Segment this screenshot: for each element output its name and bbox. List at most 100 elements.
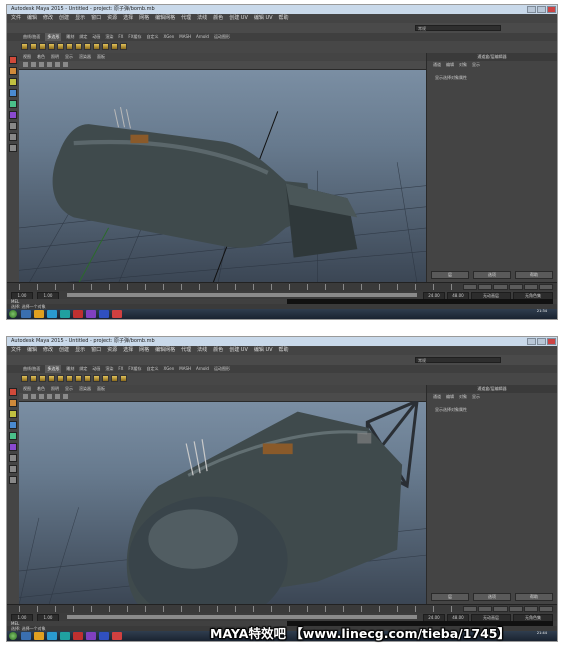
menu-item[interactable]: 编辑 UV	[254, 14, 273, 23]
viewport-menu-item[interactable]: 视图	[23, 385, 31, 393]
shelf-tab[interactable]: 自定义	[146, 365, 158, 373]
menu-item[interactable]: 修改	[43, 346, 53, 355]
go-end-icon[interactable]	[538, 606, 554, 612]
layout-four-icon[interactable]	[9, 465, 17, 473]
range-slider[interactable]: 1.00 1.00 24.00 48.00 无动画层 无角色集	[7, 613, 557, 622]
combine-icon[interactable]	[102, 375, 109, 382]
time-slider[interactable]	[7, 604, 557, 613]
viewport-panel[interactable]: 视图 着色 照明 显示 渲染器 面板	[19, 385, 427, 605]
step-back-icon[interactable]	[478, 606, 493, 612]
menu-item[interactable]: 编辑	[27, 346, 37, 355]
menu-item[interactable]: 资源	[107, 346, 117, 355]
help-button[interactable]: 帮助	[515, 271, 553, 279]
shelf-tab[interactable]: 自定义	[146, 33, 158, 41]
cube-icon[interactable]	[21, 43, 28, 50]
play-back-icon[interactable]	[493, 606, 508, 612]
menu-item[interactable]: 颜色	[213, 14, 223, 23]
extrude-icon[interactable]	[75, 375, 82, 382]
start-button-icon[interactable]	[9, 632, 17, 640]
shelf-tab[interactable]: 动画	[92, 33, 100, 41]
plane-icon[interactable]	[57, 375, 64, 382]
shelf-tab[interactable]: 绑定	[79, 365, 87, 373]
shelf-tab[interactable]: MASH	[179, 365, 191, 373]
3d-scene[interactable]	[19, 401, 427, 605]
lights-icon[interactable]	[55, 62, 60, 67]
texture-icon[interactable]	[47, 62, 52, 67]
maximize-button[interactable]	[537, 338, 546, 345]
range-bar[interactable]	[67, 293, 417, 297]
shelf-tab[interactable]: 曲线/曲面	[23, 365, 40, 373]
workspace-select[interactable]: 常规	[415, 357, 501, 363]
shelf-tab[interactable]: 渲染	[105, 365, 113, 373]
step-forward-icon[interactable]	[523, 606, 538, 612]
close-button[interactable]	[547, 6, 556, 13]
layout-single-icon[interactable]	[9, 122, 17, 130]
shelf-tab[interactable]: 动画	[92, 365, 100, 373]
menu-item[interactable]: 网格	[139, 14, 149, 23]
layout-side-icon[interactable]	[9, 476, 17, 484]
after-effects-icon[interactable]	[86, 632, 96, 640]
scale-tool-icon[interactable]	[9, 111, 17, 119]
shelf-tab[interactable]: Arnold	[196, 365, 209, 373]
bevel-icon[interactable]	[84, 43, 91, 50]
photoshop-icon[interactable]	[99, 632, 109, 640]
menu-item[interactable]: 修改	[43, 14, 53, 23]
folder-icon[interactable]	[34, 632, 44, 640]
viewport-menu-item[interactable]: 面板	[97, 53, 105, 61]
go-start-icon[interactable]	[463, 606, 478, 612]
viewport-menu-item[interactable]: 渲染器	[79, 385, 91, 393]
scale-tool-icon[interactable]	[9, 443, 17, 451]
start-button-icon[interactable]	[9, 310, 17, 318]
layer-button[interactable]: 层	[431, 593, 469, 601]
step-forward-icon[interactable]	[523, 284, 538, 290]
photoshop-icon[interactable]	[99, 310, 109, 318]
select-tool-icon[interactable]	[9, 56, 17, 64]
close-button[interactable]	[547, 338, 556, 345]
menu-item[interactable]: 代理	[181, 14, 191, 23]
menu-item[interactable]: 文件	[11, 14, 21, 23]
maya-icon[interactable]	[60, 310, 70, 318]
move-tool-icon[interactable]	[9, 89, 17, 97]
menu-item[interactable]: 文件	[11, 346, 21, 355]
layout-single-icon[interactable]	[9, 454, 17, 462]
viewport-menu-item[interactable]: 视图	[23, 53, 31, 61]
cylinder-icon[interactable]	[39, 375, 46, 382]
menu-item[interactable]: 法线	[197, 346, 207, 355]
menu-item[interactable]: 显示	[75, 14, 85, 23]
shelf-tab[interactable]: 曲线/曲面	[23, 33, 40, 41]
menu-item[interactable]: 帮助	[279, 14, 289, 23]
shelf-tab[interactable]: 运动图形	[214, 365, 230, 373]
shelf-tab[interactable]: FX	[118, 33, 123, 41]
menu-item[interactable]: 代理	[181, 346, 191, 355]
plane-icon[interactable]	[57, 43, 64, 50]
options-button[interactable]: 选项	[473, 271, 511, 279]
system-clock[interactable]: 21:34	[537, 309, 547, 314]
go-start-icon[interactable]	[463, 284, 478, 290]
menu-item[interactable]: 显示	[75, 346, 85, 355]
channel-box-tab[interactable]: 编辑	[446, 61, 454, 69]
wireframe-icon[interactable]	[31, 394, 36, 399]
explorer-icon[interactable]	[21, 632, 31, 640]
system-clock[interactable]: 21:44	[537, 631, 547, 636]
viewport-menu-item[interactable]: 照明	[51, 53, 59, 61]
combine-icon[interactable]	[102, 43, 109, 50]
shelf-tab[interactable]: FX缓存	[128, 365, 141, 373]
viewport-menu-item[interactable]: 显示	[65, 53, 73, 61]
menu-item[interactable]: 创建	[59, 346, 69, 355]
channel-box-tab[interactable]: 对象	[459, 393, 467, 401]
menu-item[interactable]: 编辑网格	[155, 346, 175, 355]
torus-icon[interactable]	[66, 375, 73, 382]
menu-item[interactable]: 创建 UV	[229, 14, 248, 23]
channel-box-tab[interactable]: 通道	[433, 393, 441, 401]
play-forward-icon[interactable]	[508, 284, 523, 290]
camera-icon[interactable]	[23, 394, 28, 399]
sphere-icon[interactable]	[30, 375, 37, 382]
menu-item[interactable]: 网格	[139, 346, 149, 355]
texture-icon[interactable]	[47, 394, 52, 399]
range-bar[interactable]	[67, 615, 417, 619]
menu-item[interactable]: 创建	[59, 14, 69, 23]
torus-icon[interactable]	[66, 43, 73, 50]
rotate-tool-icon[interactable]	[9, 432, 17, 440]
shelf-tab[interactable]: XGen	[163, 365, 174, 373]
menu-item[interactable]: 资源	[107, 14, 117, 23]
